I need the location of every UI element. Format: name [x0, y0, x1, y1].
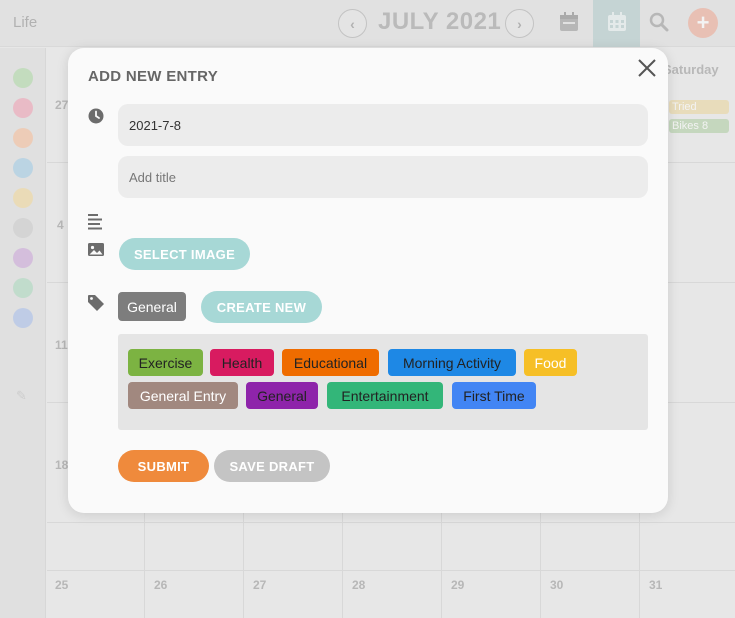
date-field[interactable]: [118, 104, 648, 146]
clock-icon: [88, 108, 104, 124]
close-icon[interactable]: [636, 57, 658, 79]
tag-option[interactable]: Entertainment: [327, 382, 443, 409]
add-entry-modal: ADD NEW ENTRY SELECT IMAGE General CREAT…: [68, 48, 668, 513]
tag-option[interactable]: Educational: [282, 349, 379, 376]
tag-option[interactable]: Health: [210, 349, 274, 376]
save-draft-button[interactable]: SAVE DRAFT: [214, 450, 330, 482]
tag-option[interactable]: Food: [524, 349, 577, 376]
tag-option[interactable]: General Entry: [128, 382, 238, 409]
tag-option[interactable]: Exercise: [128, 349, 203, 376]
select-image-button[interactable]: SELECT IMAGE: [119, 238, 250, 270]
title-input[interactable]: [118, 156, 648, 198]
selected-tag-chip[interactable]: General: [118, 292, 186, 321]
tag-option[interactable]: First Time: [452, 382, 536, 409]
tag-picker: Exercise Health Educational Morning Acti…: [118, 334, 648, 430]
image-icon: [88, 243, 104, 256]
submit-button[interactable]: SUBMIT: [118, 450, 209, 482]
create-new-tag-button[interactable]: CREATE NEW: [201, 291, 322, 323]
description-icon: [88, 214, 102, 230]
tag-option[interactable]: General: [246, 382, 318, 409]
modal-title: ADD NEW ENTRY: [88, 68, 219, 85]
tag-icon: [88, 295, 104, 311]
tag-option[interactable]: Morning Activity: [388, 349, 516, 376]
